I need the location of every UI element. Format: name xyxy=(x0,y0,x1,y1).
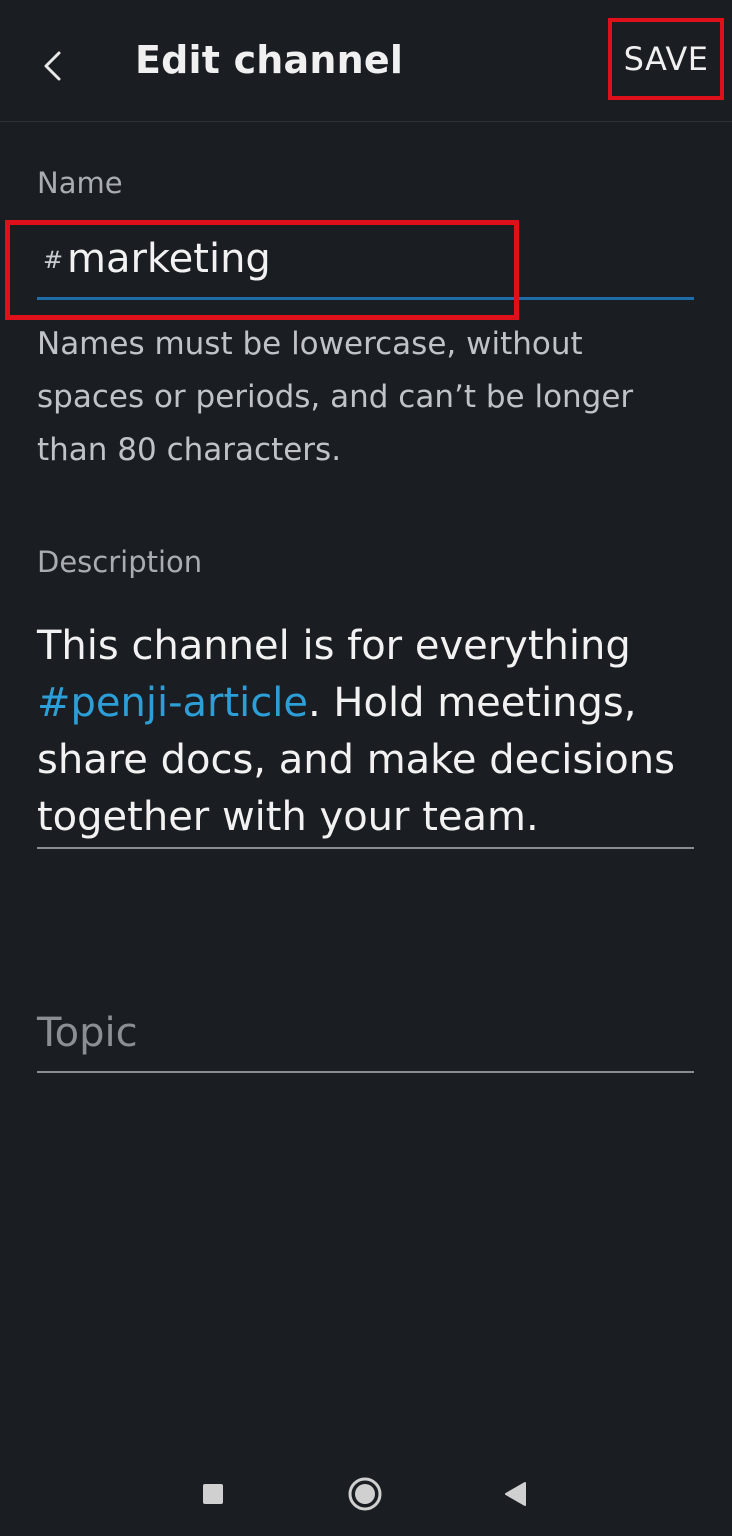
channel-link[interactable]: #penji-article xyxy=(37,680,308,726)
name-label: Name xyxy=(37,166,123,200)
channel-name-input[interactable]: # marketing xyxy=(37,226,694,300)
app-header: Edit channel SAVE xyxy=(0,0,732,122)
back-button[interactable] xyxy=(30,40,74,92)
topic-placeholder: Topic xyxy=(37,1010,138,1056)
home-button[interactable] xyxy=(343,1472,387,1516)
system-nav-bar xyxy=(0,1452,732,1536)
triangle-left-icon xyxy=(505,1482,526,1506)
hash-prefix: # xyxy=(43,246,64,274)
save-button[interactable]: SAVE xyxy=(608,18,724,100)
description-label: Description xyxy=(37,545,203,579)
name-hint-text: Names must be lowercase, without spaces … xyxy=(37,326,634,468)
circle-icon xyxy=(348,1477,382,1511)
topic-input[interactable]: Topic xyxy=(37,1010,694,1073)
chevron-left-icon xyxy=(44,51,61,81)
square-icon xyxy=(203,1484,223,1504)
recents-button[interactable] xyxy=(191,1472,235,1516)
description-input[interactable]: This channel is for everything #penji-ar… xyxy=(37,618,694,849)
channel-name-value: marketing xyxy=(67,236,271,282)
system-back-button[interactable] xyxy=(493,1472,537,1516)
page-title: Edit channel xyxy=(135,38,404,82)
description-text-start: This channel is for everything xyxy=(37,623,631,669)
